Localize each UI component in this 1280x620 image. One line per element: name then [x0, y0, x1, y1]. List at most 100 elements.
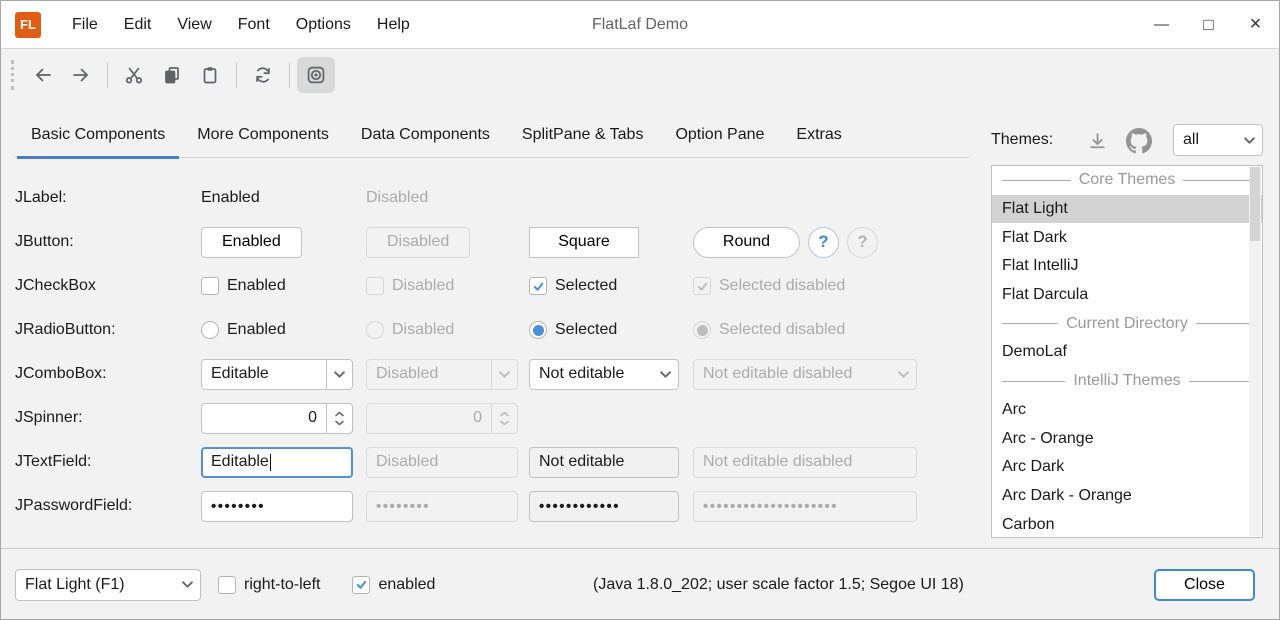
combobox-value: Editable: [211, 365, 269, 383]
tab-more-components[interactable]: More Components: [181, 112, 345, 158]
theme-item-flat-intellij[interactable]: Flat IntelliJ: [992, 252, 1262, 281]
tab-splitpane-tabs[interactable]: SplitPane & Tabs: [506, 112, 660, 158]
checkbox-checked-icon[interactable]: [529, 277, 547, 295]
toolbar-separator: [236, 62, 237, 88]
maximize-button[interactable]: □: [1185, 1, 1232, 48]
chevron-up-icon: [500, 411, 509, 417]
radio-enabled[interactable]: Enabled: [201, 321, 366, 339]
eye-icon: [306, 65, 326, 85]
row-label-jspinner: JSpinner:: [15, 409, 201, 427]
theme-item-carbon[interactable]: Carbon: [992, 510, 1262, 538]
round-button[interactable]: Round: [693, 227, 800, 258]
menu-edit[interactable]: Edit: [111, 1, 165, 48]
themes-group-current-directory: Current Directory: [992, 309, 1262, 338]
back-button[interactable]: [24, 57, 62, 93]
passwordfield-enabled[interactable]: ••••••••: [201, 491, 353, 522]
cut-icon: [124, 65, 144, 85]
checkbox-label: Enabled: [227, 277, 286, 295]
checkbox-icon[interactable]: [201, 277, 219, 295]
scrollbar-thumb[interactable]: [1250, 167, 1260, 241]
checkbox-enabled[interactable]: Enabled: [201, 277, 366, 295]
forward-button[interactable]: [62, 57, 100, 93]
tab-extras[interactable]: Extras: [780, 112, 857, 158]
theme-item-arc-dark-orange[interactable]: Arc Dark - Orange: [992, 482, 1262, 511]
chevron-down-icon[interactable]: [652, 360, 678, 389]
copy-icon: [162, 65, 182, 85]
toolbar-separator: [107, 62, 108, 88]
enabled-button[interactable]: Enabled: [201, 227, 302, 258]
theme-item-arc-dark[interactable]: Arc Dark: [992, 453, 1262, 482]
theme-item-arc-orange[interactable]: Arc - Orange: [992, 424, 1262, 453]
basic-components-panel: JLabel: Enabled Disabled JButton: Enable…: [15, 176, 923, 528]
checkbox-label: Selected: [555, 277, 617, 295]
chevron-down-icon[interactable]: [326, 360, 352, 389]
help-button[interactable]: ?: [808, 227, 839, 258]
download-themes-button[interactable]: [1083, 127, 1111, 155]
textfield-not-editable: Not editable: [529, 447, 679, 478]
paste-button[interactable]: [191, 57, 229, 93]
enabled-checkbox[interactable]: enabled: [352, 576, 435, 594]
spinner-buttons[interactable]: [326, 404, 352, 433]
combobox-value: Not editable: [539, 365, 624, 383]
chevron-down-icon[interactable]: [1236, 125, 1262, 155]
radio-checked-icon[interactable]: [529, 321, 547, 339]
tab-option-pane[interactable]: Option Pane: [659, 112, 780, 158]
menu-help[interactable]: Help: [364, 1, 423, 48]
checkbox-selected[interactable]: Selected: [529, 277, 693, 295]
chevron-up-icon[interactable]: [335, 411, 344, 417]
lookandfeel-combobox[interactable]: Flat Light (F1): [15, 569, 201, 601]
menu-font[interactable]: Font: [225, 1, 283, 48]
row-label-jbutton: JButton:: [15, 233, 201, 251]
combobox-editable[interactable]: Editable: [201, 359, 353, 390]
combobox-value: Disabled: [376, 365, 438, 383]
disabled-button: Disabled: [366, 227, 470, 258]
radio-selected-disabled: Selected disabled: [693, 321, 923, 339]
radio-selected[interactable]: Selected: [529, 321, 693, 339]
checkbox-label: Selected disabled: [719, 277, 845, 295]
tab-basic-components[interactable]: Basic Components: [15, 112, 181, 158]
theme-item-flat-dark[interactable]: Flat Dark: [992, 223, 1262, 252]
window-controls: — □ ×: [1138, 1, 1279, 48]
cut-button[interactable]: [115, 57, 153, 93]
radio-icon[interactable]: [201, 321, 219, 339]
github-button[interactable]: [1125, 127, 1153, 155]
minimize-button[interactable]: —: [1138, 1, 1185, 48]
chevron-down-icon[interactable]: [174, 570, 200, 600]
tab-data-components[interactable]: Data Components: [345, 112, 506, 158]
radio-label: Disabled: [392, 321, 454, 339]
close-button[interactable]: Close: [1154, 569, 1255, 601]
spinner-value[interactable]: 0: [202, 409, 326, 427]
radio-checked-icon: [693, 321, 711, 339]
theme-item-arc[interactable]: Arc: [992, 396, 1262, 425]
themes-group-intellij-themes: IntelliJ Themes: [992, 367, 1262, 396]
theme-filter-combobox[interactable]: all: [1173, 124, 1263, 156]
textfield-editable[interactable]: Editable: [201, 447, 353, 478]
radio-label: Selected: [555, 321, 617, 339]
refresh-button[interactable]: [244, 57, 282, 93]
show-hidden-toggle-button[interactable]: [297, 57, 335, 93]
theme-item-flat-darcula[interactable]: Flat Darcula: [992, 281, 1262, 310]
close-window-button[interactable]: ×: [1232, 1, 1279, 48]
checkbox-checked-icon[interactable]: [352, 576, 370, 594]
theme-item-flat-light[interactable]: Flat Light: [992, 195, 1262, 224]
square-button[interactable]: Square: [529, 227, 639, 258]
combobox-value: Not editable disabled: [703, 365, 852, 383]
app-logo-icon: FL: [15, 12, 41, 38]
chevron-down-icon[interactable]: [335, 420, 344, 426]
toolbar-drag-grip[interactable]: [11, 60, 14, 90]
refresh-icon: [253, 65, 273, 85]
titlebar: FL File Edit View Font Options Help Flat…: [1, 1, 1279, 49]
themes-list: Core Themes Flat Light Flat Dark Flat In…: [991, 165, 1263, 538]
spinner[interactable]: 0: [201, 403, 353, 434]
menu-file[interactable]: File: [59, 1, 111, 48]
themes-scrollbar[interactable]: [1249, 167, 1261, 536]
combobox-not-editable[interactable]: Not editable: [529, 359, 679, 390]
menu-view[interactable]: View: [164, 1, 224, 48]
copy-button[interactable]: [153, 57, 191, 93]
theme-item-demolaf[interactable]: DemoLaf: [992, 338, 1262, 367]
themes-group-core: Core Themes: [992, 166, 1262, 195]
app-window: FL File Edit View Font Options Help Flat…: [0, 0, 1280, 620]
menu-options[interactable]: Options: [283, 1, 364, 48]
right-to-left-checkbox[interactable]: right-to-left: [218, 576, 320, 594]
checkbox-icon[interactable]: [218, 576, 236, 594]
